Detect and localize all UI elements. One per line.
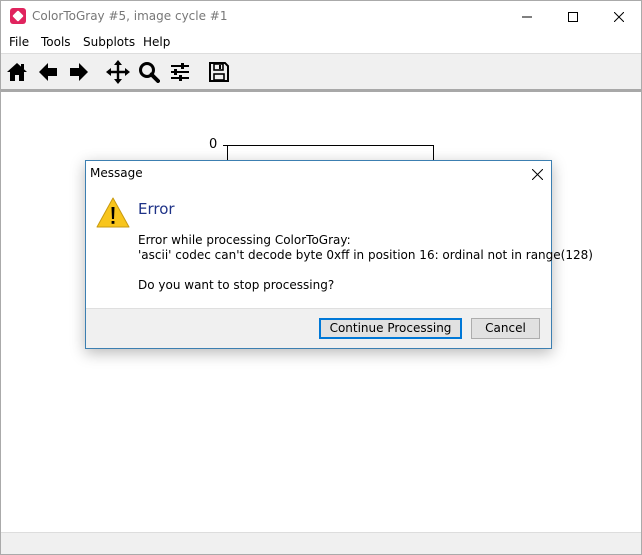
- app-window: ColorToGray #5, image cycle #1 File Tool…: [0, 0, 642, 555]
- error-message-line-2: 'ascii' codec can't decode byte 0xff in …: [138, 248, 593, 262]
- minimize-button[interactable]: [504, 1, 550, 32]
- zoom-icon: [139, 62, 160, 83]
- plot-toolbar: [1, 53, 641, 89]
- back-arrow-icon: [39, 63, 57, 81]
- error-message-line-1: Error while processing ColorToGray:: [138, 233, 351, 247]
- back-button[interactable]: [35, 59, 61, 85]
- continue-processing-button[interactable]: Continue Processing: [319, 318, 462, 339]
- pan-button[interactable]: [105, 59, 131, 85]
- dialog-close-button[interactable]: [524, 162, 550, 186]
- status-bar: [1, 532, 641, 554]
- save-button[interactable]: [206, 59, 232, 85]
- configure-subplots-button[interactable]: [167, 59, 193, 85]
- message-dialog: Message Error Error while processing Col…: [85, 160, 593, 349]
- dialog-button-bar: Continue Processing Cancel: [86, 308, 551, 348]
- menu-tools[interactable]: Tools: [41, 35, 71, 49]
- menu-file[interactable]: File: [9, 35, 29, 49]
- home-icon: [7, 63, 27, 81]
- zoom-button[interactable]: [136, 59, 162, 85]
- minimize-icon: [522, 16, 532, 17]
- menu-bar: File Tools Subplots Help: [1, 32, 641, 53]
- warning-icon: [96, 197, 130, 228]
- maximize-button[interactable]: [550, 1, 596, 32]
- close-icon: [614, 11, 624, 22]
- menu-help[interactable]: Help: [143, 35, 170, 49]
- maximize-icon: [568, 11, 578, 22]
- title-bar[interactable]: ColorToGray #5, image cycle #1: [1, 1, 641, 32]
- pan-icon: [106, 60, 130, 84]
- y-tick-label: 0: [209, 137, 218, 152]
- dialog-title: Message: [90, 166, 143, 180]
- dialog-question: Do you want to stop processing?: [138, 278, 335, 292]
- dialog-heading: Error: [138, 200, 175, 218]
- window-title: ColorToGray #5, image cycle #1: [32, 9, 228, 23]
- close-icon: [531, 168, 543, 180]
- close-button[interactable]: [596, 1, 642, 32]
- menu-subplots[interactable]: Subplots: [83, 35, 135, 49]
- configure-subplots-icon: [171, 63, 189, 81]
- home-button[interactable]: [4, 59, 30, 85]
- cancel-button[interactable]: Cancel: [471, 318, 540, 339]
- app-logo-icon: [10, 8, 26, 24]
- forward-button[interactable]: [66, 59, 92, 85]
- forward-arrow-icon: [70, 63, 88, 81]
- save-icon: [209, 62, 229, 82]
